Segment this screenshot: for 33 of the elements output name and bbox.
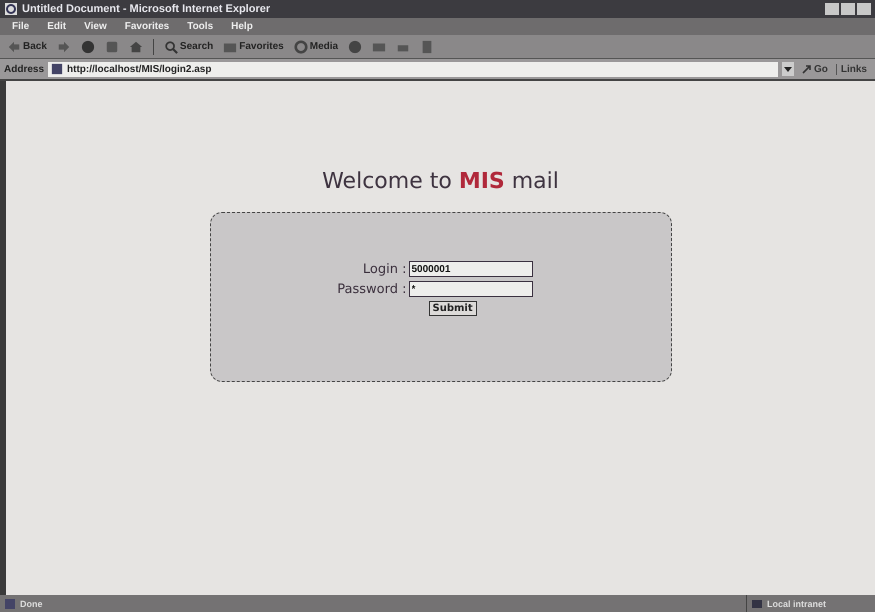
caret-icon	[784, 65, 792, 73]
status-zone: Local intranet	[746, 595, 875, 612]
field-label: Password :	[336, 282, 406, 296]
toolbar-button[interactable]: Back	[4, 38, 50, 54]
page-icon	[4, 598, 16, 610]
toolbar-button[interactable]: Search	[160, 38, 216, 54]
input-field[interactable]: *	[408, 281, 532, 297]
field-label: Login :	[362, 262, 406, 276]
menu-item[interactable]: Favorites	[124, 21, 170, 32]
submit-button[interactable]: Submit	[428, 301, 477, 316]
go-button[interactable]: Go	[798, 64, 832, 74]
page-icon	[51, 63, 64, 75]
address-label: Address	[4, 64, 44, 74]
menu-item[interactable]: Tools	[187, 21, 214, 32]
links-button[interactable]: Links	[836, 64, 871, 74]
input-field[interactable]: 5000001	[408, 261, 532, 277]
home-icon	[128, 40, 143, 54]
arrow-icon	[802, 64, 812, 74]
window-title: Untitled Document - Microsoft Internet Explorer	[22, 3, 272, 15]
menu-item[interactable]: Edit	[47, 21, 66, 32]
address-field[interactable]: http://localhost/MIS/login2.asp	[48, 62, 778, 76]
stop-icon	[80, 40, 95, 54]
menu-item[interactable]: File	[12, 21, 30, 32]
menu-item[interactable]: View	[84, 21, 107, 32]
status-text: Done	[0, 595, 746, 612]
dropdown-button[interactable]	[782, 62, 794, 76]
page-heading: Welcome to MIS mail	[322, 169, 559, 194]
search-icon	[164, 40, 178, 54]
arrow-left-icon	[7, 40, 21, 54]
toolbar-button[interactable]: Media	[290, 38, 342, 54]
arrow-right-icon	[56, 40, 71, 54]
menu-item[interactable]: Help	[231, 21, 253, 32]
toolbar-button[interactable]: Favorites	[220, 38, 287, 54]
